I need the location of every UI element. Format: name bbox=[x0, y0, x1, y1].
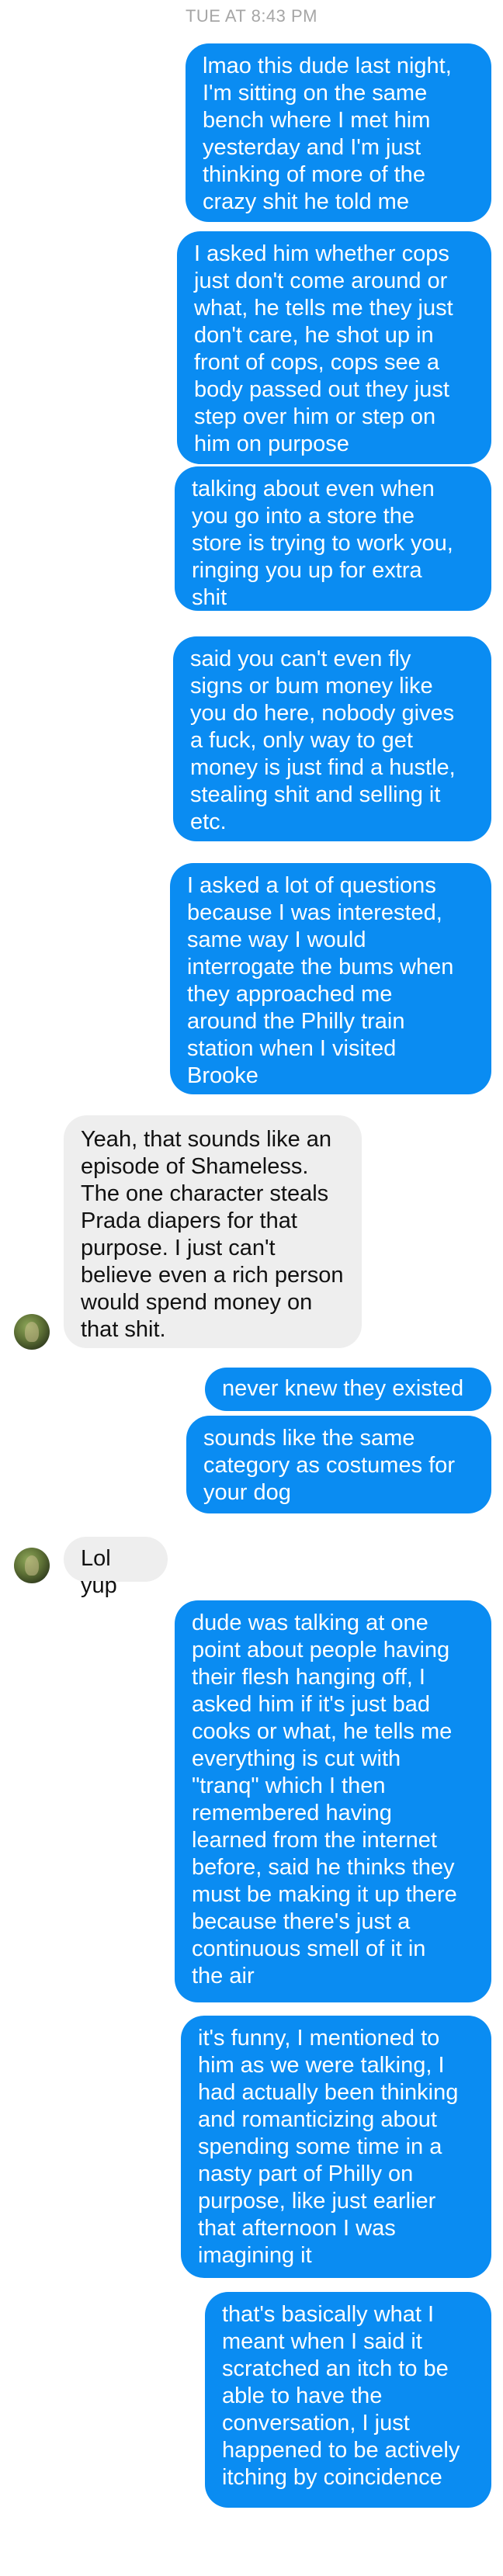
message-bubble-outgoing[interactable]: it's funny, I mentioned to him as we wer… bbox=[181, 2016, 491, 2278]
contact-avatar-icon[interactable] bbox=[14, 1548, 50, 1583]
message-bubble-outgoing[interactable]: said you can't even fly signs or bum mon… bbox=[173, 636, 491, 841]
message-bubble-outgoing[interactable]: I asked a lot of questions because I was… bbox=[170, 863, 491, 1094]
message-bubble-outgoing[interactable]: I asked him whether cops just don't come… bbox=[177, 231, 491, 464]
conversation-timestamp: TUE AT 8:43 PM bbox=[185, 6, 318, 26]
contact-avatar-icon[interactable] bbox=[14, 1314, 50, 1350]
message-bubble-outgoing[interactable]: lmao this dude last night, I'm sitting o… bbox=[186, 43, 491, 222]
message-bubble-outgoing[interactable]: dude was talking at one point about peop… bbox=[175, 1600, 491, 2002]
message-bubble-outgoing[interactable]: talking about even when you go into a st… bbox=[175, 466, 491, 611]
message-bubble-outgoing[interactable]: that's basically what I meant when I sai… bbox=[205, 2292, 491, 2508]
message-bubble-outgoing[interactable]: never knew they existed bbox=[205, 1368, 491, 1411]
message-bubble-incoming[interactable]: Lol yup bbox=[64, 1537, 168, 1598]
message-bubble-incoming[interactable]: Yeah, that sounds like an episode of Sha… bbox=[64, 1115, 362, 1348]
message-bubble-outgoing[interactable]: sounds like the same category as costume… bbox=[186, 1416, 491, 1513]
